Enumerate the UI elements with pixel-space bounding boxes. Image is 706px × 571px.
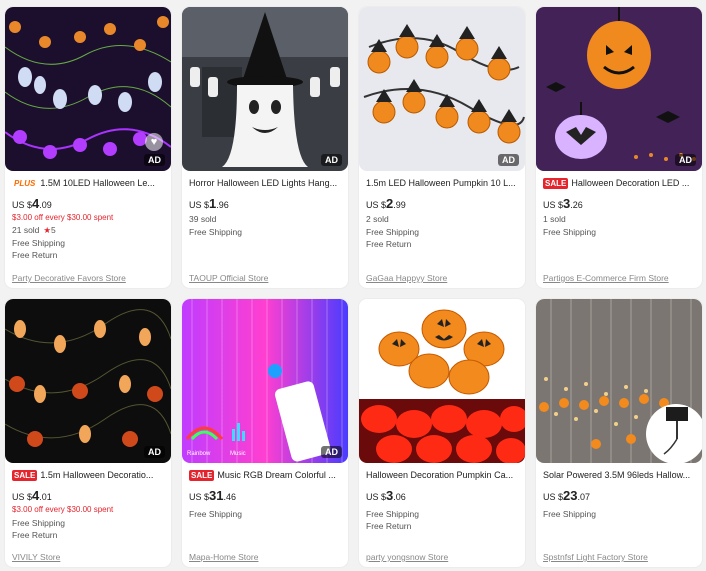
- store-link[interactable]: VIVILY Store: [12, 552, 60, 562]
- return-text: Free Return: [12, 530, 58, 540]
- promo-text: $3.00 off every $30.00 spent: [12, 213, 114, 222]
- product-price: US $31.46: [189, 488, 236, 503]
- product-image[interactable]: AD: [182, 7, 348, 171]
- store-link[interactable]: Spstnfsf Light Factory Store: [543, 552, 648, 562]
- product-price: US $3.06: [366, 488, 406, 503]
- store-link[interactable]: Partigos E-Commerce Firm Store: [543, 273, 669, 283]
- product-image[interactable]: AD: [359, 7, 525, 171]
- store-link[interactable]: party yongsnow Store: [366, 552, 448, 562]
- product-card[interactable]: Solar Powered 3.5M 96leds Hallow... US $…: [536, 299, 702, 567]
- store-link[interactable]: GaGaa Happyy Store: [366, 273, 447, 283]
- product-card[interactable]: AD SALE Halloween Decoration LED ... US $…: [536, 7, 702, 288]
- product-title[interactable]: SALE Halloween Decoration LED ...: [543, 177, 695, 190]
- ad-badge: AD: [675, 154, 696, 166]
- shipping-text: Free Shipping: [366, 227, 419, 237]
- promo-text: $3.00 off every $30.00 spent: [12, 505, 114, 514]
- sale-badge: SALE: [189, 470, 215, 481]
- shipping-text: Free Shipping: [189, 227, 242, 237]
- product-title[interactable]: SALE 1.5m Halloween Decoratio...: [12, 469, 164, 482]
- sold-count: 1 sold: [543, 214, 566, 224]
- product-image[interactable]: [359, 299, 525, 463]
- store-link[interactable]: Party Decorative Favors Store: [12, 273, 126, 283]
- ad-badge: AD: [498, 154, 519, 166]
- product-card[interactable]: Halloween Decoration Pumpkin Ca... US $3…: [359, 299, 525, 567]
- store-link[interactable]: TAOUP Official Store: [189, 273, 268, 283]
- product-card[interactable]: AD Horror Halloween LED Lights Hang... U…: [182, 7, 348, 288]
- product-title[interactable]: 1.5m LED Halloween Pumpkin 10 L...: [366, 177, 518, 190]
- rating: 5: [51, 225, 56, 235]
- shipping-text: Free Shipping: [543, 227, 596, 237]
- ad-badge: AD: [321, 154, 342, 166]
- product-card[interactable]: AD 1.5m LED Halloween Pumpkin 10 L... US…: [359, 7, 525, 288]
- product-price: US $2.99: [366, 196, 406, 211]
- shipping-text: Free Shipping: [543, 509, 596, 519]
- star-icon: ★: [43, 225, 52, 235]
- plus-badge: PLUS: [14, 179, 36, 188]
- product-card[interactable]: Rainbow Music AD SALE Music RGB Dream Col…: [182, 299, 348, 567]
- product-title[interactable]: Horror Halloween LED Lights Hang...: [189, 177, 341, 190]
- product-image[interactable]: AD: [5, 299, 171, 463]
- sold-count: 2 sold: [366, 214, 389, 224]
- product-image[interactable]: Rainbow Music AD: [182, 299, 348, 463]
- return-text: Free Return: [12, 250, 58, 260]
- product-card[interactable]: AD SALE 1.5m Halloween Decoratio... US $4…: [5, 299, 171, 567]
- ad-badge: AD: [144, 154, 165, 166]
- image-text-rainbow: Rainbow: [187, 451, 211, 457]
- product-price: US $1.96: [189, 196, 229, 211]
- return-text: Free Return: [366, 239, 412, 249]
- product-card[interactable]: ♥ AD PLUS 1.5M 10LED Halloween Le... US $…: [5, 7, 171, 288]
- return-text: Free Return: [366, 521, 412, 531]
- shipping-text: Free Shipping: [12, 518, 65, 528]
- product-title[interactable]: Halloween Decoration Pumpkin Ca...: [366, 469, 518, 482]
- ad-badge: AD: [321, 446, 342, 458]
- product-image[interactable]: AD: [536, 7, 702, 171]
- product-price: US $4.01: [12, 488, 52, 503]
- product-title[interactable]: SALE Music RGB Dream Colorful ...: [189, 469, 341, 482]
- product-title[interactable]: Solar Powered 3.5M 96leds Hallow...: [543, 469, 695, 482]
- product-price: US $23.07: [543, 488, 590, 503]
- store-link[interactable]: Mapa-Home Store: [189, 552, 258, 562]
- product-image[interactable]: [536, 299, 702, 463]
- product-price: US $3.26: [543, 196, 583, 211]
- product-title[interactable]: PLUS 1.5M 10LED Halloween Le...: [12, 177, 164, 190]
- shipping-text: Free Shipping: [12, 238, 65, 248]
- shipping-text: Free Shipping: [189, 509, 242, 519]
- shipping-text: Free Shipping: [366, 509, 419, 519]
- favorite-icon[interactable]: ♥: [145, 133, 163, 151]
- sale-badge: SALE: [543, 178, 569, 189]
- sale-badge: SALE: [12, 470, 38, 481]
- product-image[interactable]: ♥ AD: [5, 7, 171, 171]
- sold-count: 21 sold ★5: [12, 225, 56, 235]
- product-price: US $4.09: [12, 196, 52, 211]
- image-text-music: Music: [230, 451, 246, 457]
- sold-count: 39 sold: [189, 214, 217, 224]
- ad-badge: AD: [144, 446, 165, 458]
